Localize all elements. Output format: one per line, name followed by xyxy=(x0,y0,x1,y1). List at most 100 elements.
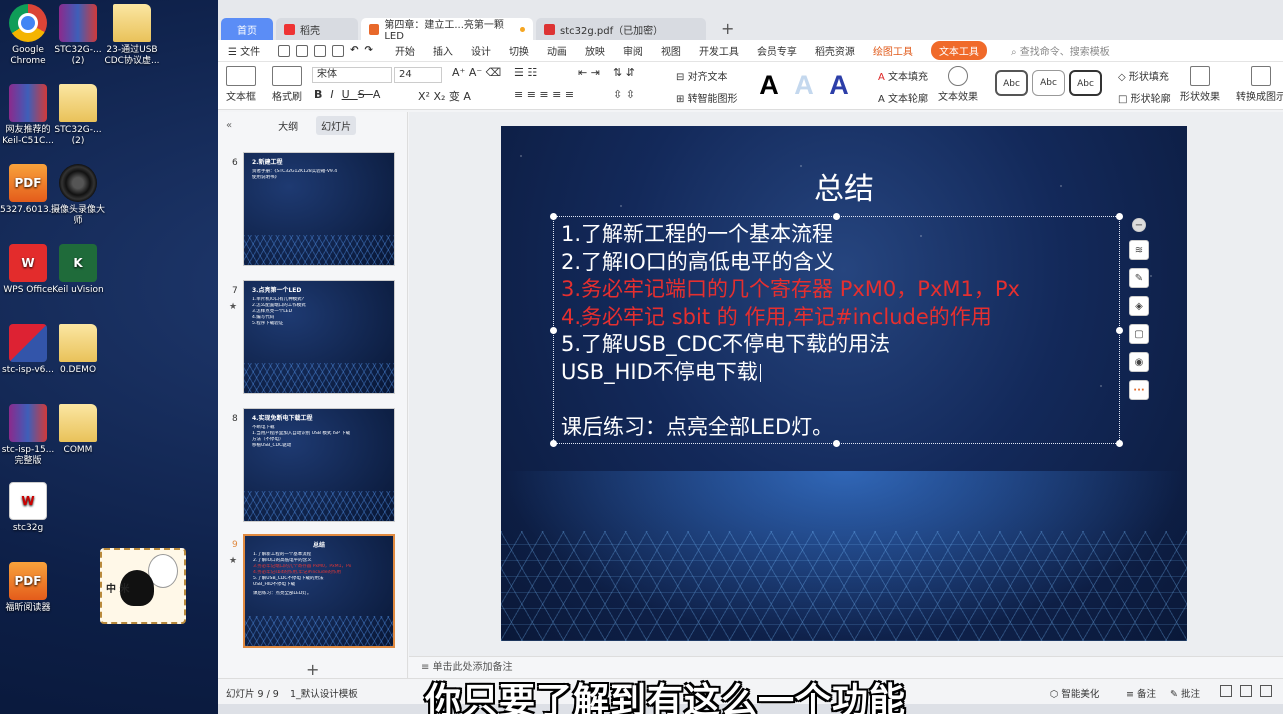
text-style-light[interactable]: A xyxy=(789,67,819,103)
undo-icon[interactable]: ↶ xyxy=(350,45,358,56)
text-style-black[interactable]: A xyxy=(754,67,784,103)
menu-file[interactable]: ☰ 文件 xyxy=(228,43,260,58)
save-icon[interactable] xyxy=(278,44,291,57)
content-textbox[interactable]: 1.了解新工程的一个基本流程 2.了解IO口的高低电平的含义 3.务必牢记端口的… xyxy=(550,213,1123,447)
pen-icon[interactable]: ✎ xyxy=(1129,268,1149,288)
smart-art-button[interactable]: ⊞ 转智能图形 xyxy=(676,90,738,105)
shape-fill-button[interactable]: ◇ 形状填充 xyxy=(1118,68,1169,83)
spacing-buttons[interactable]: ⇳ ⇳ xyxy=(613,88,635,101)
shape-style-2[interactable]: Abc xyxy=(1032,70,1065,96)
more-icon[interactable]: ··· xyxy=(1129,380,1149,400)
menu-design[interactable]: 设计 xyxy=(471,43,491,58)
resize-handle[interactable] xyxy=(550,440,557,447)
tab-daoke[interactable]: 稻壳 xyxy=(276,18,358,40)
list-buttons[interactable]: ☰ ☷ xyxy=(514,66,537,79)
print-icon[interactable] xyxy=(314,44,327,57)
comments-button[interactable]: ✎ 批注 xyxy=(1170,686,1200,700)
minus-icon[interactable]: − xyxy=(1132,218,1146,232)
slide-thumbnail[interactable]: 3.点亮第一个LED 1.单片机IO口有几种模式？ 2.怎么配置端口的工作模式 … xyxy=(243,280,395,394)
resize-handle[interactable] xyxy=(1116,213,1123,220)
font-style-buttons[interactable]: BIUSA xyxy=(314,88,388,101)
font-size-select[interactable]: 24 xyxy=(394,67,442,83)
tab-chapter4-ppt[interactable]: 第四章：建立工...亮第一颗LED xyxy=(361,18,533,42)
textbox-button[interactable]: 文本框 xyxy=(226,66,256,103)
tab-stc32g-pdf[interactable]: stc32g.pdf（已加密） xyxy=(536,18,706,40)
desktop-icon-usb-cdc-folder[interactable]: 23-通过USB CDC协议虚... xyxy=(104,4,160,67)
resize-handle[interactable] xyxy=(1116,440,1123,447)
desktop-icon-stc-isp-v6[interactable]: stc-isp-v6... xyxy=(0,324,56,376)
layers-icon[interactable]: ≋ xyxy=(1129,240,1149,260)
superscript-subscript-buttons[interactable]: X² X₂ 变 A xyxy=(418,88,471,104)
tab-slides[interactable]: 幻灯片 xyxy=(316,115,357,135)
desktop-icon-keil-uvision[interactable]: K Keil uVision xyxy=(50,244,106,296)
menu-slideshow[interactable]: 放映 xyxy=(585,43,605,58)
align-text-button[interactable]: ⊟ 对齐文本 xyxy=(676,68,728,83)
menu-drawing-tools[interactable]: 绘图工具 xyxy=(873,43,913,58)
shape-style-1[interactable]: Abc xyxy=(995,70,1028,96)
frame-icon[interactable]: ▢ xyxy=(1129,324,1149,344)
bulb-icon[interactable]: ◉ xyxy=(1129,352,1149,372)
notes-toggle-button[interactable]: ≡ 备注 xyxy=(1126,686,1156,700)
menu-daoke-resources[interactable]: 稻壳资源 xyxy=(815,43,855,58)
slide-thumbnail-selected[interactable]: 总结 1.了解新工程的一个基本流程 2.了解IO口的高低电平的含义 3.务必牢记… xyxy=(243,534,395,648)
current-slide[interactable]: 总结 1.了解新工程的一个基本流程 2.了解IO口的高低电平的含义 3.务必牢记… xyxy=(501,126,1187,641)
desktop-icon-comm-folder[interactable]: COMM xyxy=(50,404,106,456)
menu-insert[interactable]: 插入 xyxy=(433,43,453,58)
menu-view[interactable]: 视图 xyxy=(661,43,681,58)
normal-view-icon[interactable] xyxy=(1220,685,1232,697)
desktop-icon-demo-folder[interactable]: 0.DEMO xyxy=(50,324,106,376)
tab-home[interactable]: 首页 xyxy=(221,18,273,40)
paragraph-align-buttons[interactable]: ≡ ≡ ≡ ≡ ≡ xyxy=(514,88,574,101)
smart-beautify-button[interactable]: ⬡ 智能美化 xyxy=(1050,686,1099,700)
tab-outline[interactable]: 大纲 xyxy=(278,118,298,133)
collapse-panel-icon[interactable]: « xyxy=(226,120,232,131)
sorter-view-icon[interactable] xyxy=(1240,685,1252,697)
desktop-icon-pdf-5327[interactable]: PDF 5327.6013... xyxy=(0,164,57,216)
desktop-icon-wps[interactable]: W WPS Office xyxy=(0,244,56,296)
command-search[interactable]: ⌕ 查找命令、搜索模板 xyxy=(1011,43,1110,58)
menu-review[interactable]: 审阅 xyxy=(623,43,643,58)
export-icon[interactable] xyxy=(296,44,309,57)
desktop-icon-chrome[interactable]: Google Chrome xyxy=(0,4,56,67)
indent-buttons[interactable]: ⇤ ⇥ xyxy=(578,66,600,79)
menu-start[interactable]: 开始 xyxy=(395,43,415,58)
menu-developer[interactable]: 开发工具 xyxy=(699,43,739,58)
new-tab-icon[interactable]: + xyxy=(721,18,734,40)
desktop-icon-stc32g-rar[interactable]: STC32G-...(2) xyxy=(50,4,106,67)
text-fill-button[interactable]: A 文本填充 xyxy=(878,68,928,83)
resize-handle[interactable] xyxy=(550,327,557,334)
desktop-icon-foxit[interactable]: PDF 福昕阅读器 xyxy=(0,562,56,614)
format-painter-button[interactable]: 格式刷 xyxy=(272,66,302,103)
theme-name[interactable]: 1_默认设计模板 xyxy=(290,686,358,700)
reading-view-icon[interactable] xyxy=(1260,685,1272,697)
text-outline-button[interactable]: A 文本轮廓 xyxy=(878,90,928,105)
shape-outline-button[interactable]: □ 形状轮廓 xyxy=(1118,90,1171,105)
menu-member[interactable]: 会员专享 xyxy=(757,43,797,58)
add-slide-icon[interactable]: + xyxy=(306,660,319,679)
preview-icon[interactable] xyxy=(332,44,345,57)
slide-title[interactable]: 总结 xyxy=(501,164,1187,208)
resize-handle[interactable] xyxy=(1116,327,1123,334)
menu-text-tools[interactable]: 文本工具 xyxy=(930,41,987,60)
desktop-icon-stc32g-doc[interactable]: W stc32g xyxy=(0,482,56,534)
desktop-icon-stc-isp-15[interactable]: stc-isp-15...完整版 xyxy=(0,404,56,467)
slide-thumbnail[interactable]: 4.实现免断电下载工程 不断电下载 1.当用户程序里加入自动识别 USB 模式 … xyxy=(243,408,395,522)
font-size-buttons[interactable]: A⁺ A⁻ ⌫ xyxy=(452,66,501,79)
shape-style-3[interactable]: Abc xyxy=(1069,70,1102,96)
menu-animation[interactable]: 动画 xyxy=(547,43,567,58)
desktop-icon-camera-recorder[interactable]: 摄像头录像大师 xyxy=(50,164,106,227)
resize-handle[interactable] xyxy=(550,213,557,220)
desktop-icon-keil-c51[interactable]: 网友推荐的Keil-C51C... xyxy=(0,84,56,147)
font-name-select[interactable]: 宋体 xyxy=(312,67,392,83)
fill-icon[interactable]: ◈ xyxy=(1129,296,1149,316)
resize-handle[interactable] xyxy=(833,213,840,220)
redo-icon[interactable]: ↷ xyxy=(365,45,373,56)
convert-image-button[interactable]: 转换成图示 xyxy=(1236,66,1283,103)
desktop-icon-stc32g-folder[interactable]: STC32G-...(2) xyxy=(50,84,106,147)
resize-handle[interactable] xyxy=(833,440,840,447)
slide-thumbnail[interactable]: 2.新建工程 资者手册：《STC32G12K128实验箱-V9.4 使用说明书》 xyxy=(243,152,395,266)
text-style-blue[interactable]: A xyxy=(824,67,854,103)
shape-effect-button[interactable]: 形状效果 xyxy=(1180,66,1220,103)
line-spacing-buttons[interactable]: ⇅ ⇵ xyxy=(613,66,635,79)
menu-transition[interactable]: 切换 xyxy=(509,43,529,58)
